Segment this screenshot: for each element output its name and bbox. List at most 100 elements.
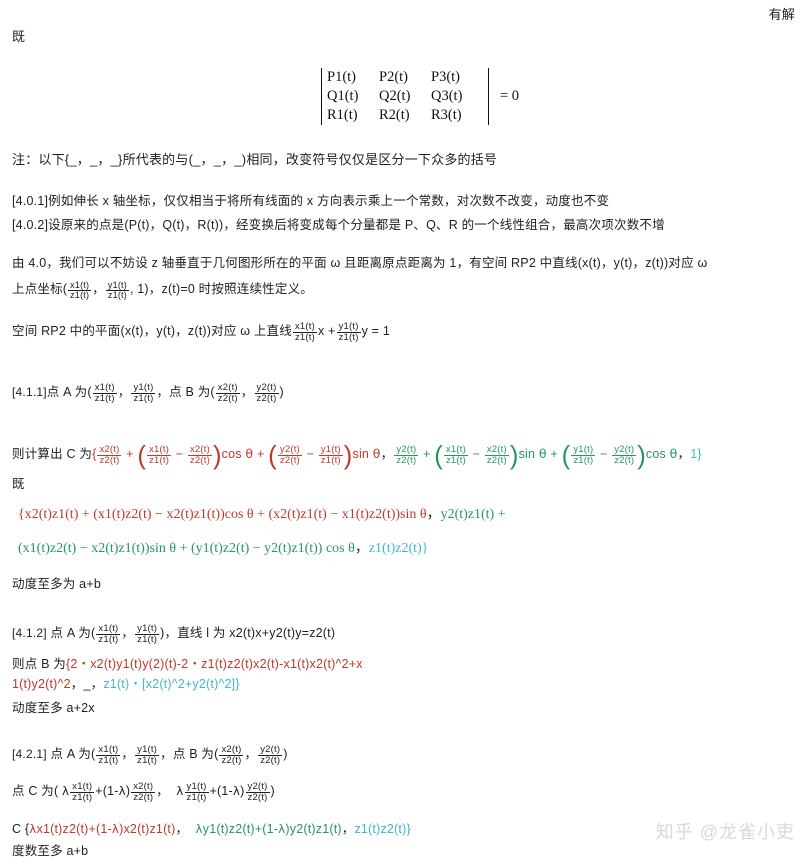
comma-sep: ， [426,507,441,522]
fraction-numerator: x1(t) [70,279,90,290]
plus-sign: + [126,447,134,461]
fraction-numerator: y2(t) [247,781,268,793]
fraction-denominator: z2(t) [612,455,637,467]
expanded-line1-green: y2(t)z1(t) + [440,507,506,522]
determinant-equation: P1(t) P2(t) P3(t) Q1(t) Q2(t) Q3(t) R1(t… [318,68,519,125]
section-4-1-2-point-b-line1: 则点 B 为{2・x2(t)y1(t)y(2)(t)-2・z1(t)z2(t)x… [12,653,363,672]
fraction-denominator: z1(t) [336,332,361,344]
fraction-x1-over-z1: x1(t) z1(t) [147,444,172,466]
fraction-y2-over-z2: y2(t) z2(t) [254,382,279,404]
comma-sep: ， [121,747,135,761]
fraction-y2-over-z2: y2(t) z2(t) [258,745,283,767]
det-cell: Q2(t) [379,88,411,104]
watermark: 知乎 @龙雀小吏 [655,822,795,842]
fraction-numerator: x1(t) [72,781,93,793]
det-cell: P1(t) [327,69,356,85]
fraction-numerator: y1(t) [320,444,341,456]
det-cell: Q3(t) [431,88,463,104]
det-cell: Q1(t) [327,88,359,104]
para-4-0-line2: 上点坐标(x1(t) z1(t)， y1(t) z1(t), 1)，z(t)=0 时按… [12,278,313,301]
section-tag-4-2-1: [4.2.1] [12,747,47,761]
fraction-x-over-z: x1(t) z1(t) [68,279,92,301]
section-tag-4-1-1: [4.1.1] [12,385,47,399]
plane-line-prefix: 空间 RP2 中的平面(x(t)，y(t)，z(t))对应 ω 上直线 [12,324,292,338]
lambda-close: ) [240,784,245,798]
fraction-denominator: z1(t) [131,393,156,405]
c-green-tail: )y2(t)z1(t) [285,822,342,836]
point-b-label: ，点 B 为( [156,385,215,399]
fraction-y1-over-z1: y1(t) z1(t) [571,445,596,466]
fraction-denominator: z1(t) [443,455,468,467]
c-red-tail: )x2(t)z1(t) [119,822,176,836]
fraction-denominator: z2(t) [277,455,302,467]
lambda-symbol: λ [118,784,126,798]
lambda-symbol: λ [176,784,184,798]
fraction-denominator: z2(t) [187,455,212,467]
point-c-prefix: 点 C 为( [12,784,59,798]
fraction-numerator: x1(t) [149,444,170,456]
comma-sep: ， [244,747,258,761]
fraction-denominator: z1(t) [292,332,317,344]
fraction-x2-over-z2: x2(t) z2(t) [131,782,156,804]
fraction-numerator: y2(t) [256,382,277,394]
det-cell: R3(t) [431,107,462,123]
expanded-4-1-1-line1: {x2(t)z1(t) + (x1(t)z2(t) − x2(t)z1(t))c… [18,503,506,523]
theta-symbol: θ [245,446,254,461]
fraction-denominator: z1(t) [96,755,121,767]
para-plane-line: 空间 RP2 中的平面(x(t)，y(t)，z(t))对应 ω 上直线 x1(t)… [12,320,390,343]
fraction-denominator: z2(t) [215,393,240,405]
c-expanded-prefix: C { [12,822,30,836]
fraction-denominator: z1(t) [135,634,160,646]
fraction-denominator: z1(t) [70,792,95,804]
fraction-x2-over-z2: x2(t) z2(t) [215,382,240,405]
fraction-numerator: x1(t) [98,623,119,635]
plus-sign: + [423,447,431,461]
plane-line-suffix: y = 1 [361,324,391,338]
close-paren: ) [279,385,284,399]
det-cell: R1(t) [327,107,358,123]
fraction-x1-over-z1: x1(t) z1(t) [96,623,121,646]
fraction-x2-over-z2: x2(t) z2(t) [97,445,122,466]
point-b-label: ，点 B 为( [160,747,219,761]
fraction-numerator: y2(t) [279,444,300,456]
c-green-body: y1(t)z2(t)+(1- [202,822,279,836]
item-4-0-2: [4.0.2]设原来的点是(P(t)，Q(t)，R(t))，经变换后将变成每个分… [12,218,665,232]
fraction-denominator: z1(t) [105,290,129,301]
fraction-numerator: y2(t) [396,444,417,456]
item-4-0-1: [4.0.1]例如伸长 x 轴坐标，仅仅相当于将所有线面的 x 方向表示乘上一个… [12,194,610,208]
result-green-group: y2(t) z2(t) + (x1(t) z1(t) − x2(t) z2(t))si… [394,441,678,470]
lambda-close: ) [125,784,131,798]
fraction-numerator: x1(t) [94,382,115,394]
result-tail-one: 1} [690,447,702,461]
cos-label: cos [221,447,242,461]
fraction-x1-over-z1: x1(t) z1(t) [70,781,95,804]
fraction-x1-over-z1: x1(t) z1(t) [443,445,468,467]
fraction-y1-over-z1: y1(t) z1(t) [318,444,343,466]
minus-sign: − [600,447,608,461]
determinant-right-bar [488,68,489,125]
expanded-line2-teal: z1(t)z2(t)} [368,541,429,556]
comma-sep: ， [156,784,169,798]
fraction-y1-over-z1: y1(t) z1(t) [135,624,160,646]
minus-sign: − [175,447,184,461]
det-cell: P2(t) [379,69,408,85]
fraction-denominator: z2(t) [258,755,283,767]
lambda-symbol: λ [195,822,203,836]
degree-note-4-1-1: 动度至多为 a+b [12,577,101,591]
comma-sep: ， [380,447,394,461]
fraction-denominator: z1(t) [96,634,121,646]
fraction-numerator: x1(t) [98,744,119,756]
point-b-red-line1: {2・x2(t)y1(t)y(2)(t)-2・z1(t)z2(t)x2(t)-x… [65,657,363,671]
fraction-y2-over-z2: y2(t) z2(t) [245,781,270,803]
comma-sep: ， [240,385,254,399]
para-4-0-line2-suffix: , 1)，z(t)=0 时按照连续性定义。 [129,282,313,296]
fraction-denominator: z1(t) [92,393,117,405]
fraction-denominator: z2(t) [131,792,156,804]
fraction-y1-over-z1: y1(t) z1(t) [184,782,209,803]
fraction-y-over-z: y1(t) z1(t) [105,280,129,301]
plus-sign: + [256,447,265,461]
fraction-numerator: y2(t) [614,444,635,456]
comma-sep: ， [117,385,131,399]
fraction-y2-over-z2: y2(t) z2(t) [394,444,419,466]
fraction-numerator: x2(t) [217,382,238,394]
